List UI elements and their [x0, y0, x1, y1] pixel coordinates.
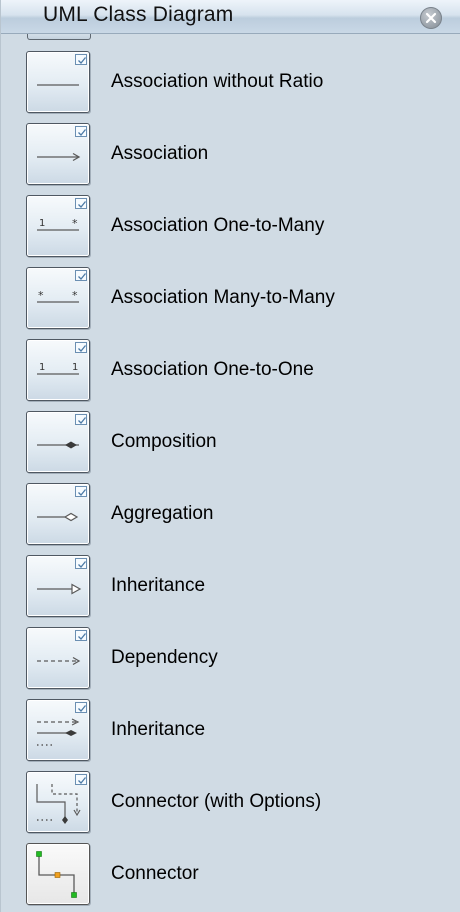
svg-text:1: 1 — [72, 362, 78, 373]
checkmark-icon — [75, 342, 87, 353]
dependency-icon — [26, 627, 90, 689]
svg-text:*: * — [72, 217, 78, 230]
checkmark-icon — [75, 198, 87, 209]
uml-class-diagram-panel: UML Class Diagram Association without Ra… — [0, 0, 460, 912]
shape-item-inheritance-dashed[interactable]: Inheritance — [1, 694, 460, 766]
shape-item-association-one-to-many[interactable]: 1 * Association One-to-Many — [1, 190, 460, 262]
shape-item-inheritance[interactable]: Inheritance — [1, 550, 460, 622]
shape-item-label: Dependency — [111, 647, 218, 668]
aggregation-icon — [26, 483, 90, 545]
association-one-to-many-icon: 1 * — [26, 195, 90, 257]
shape-item-association[interactable]: Association — [1, 118, 460, 190]
panel-header[interactable]: UML Class Diagram — [1, 0, 460, 34]
association-without-ratio-icon — [26, 51, 90, 113]
shape-item-label: Association One-to-One — [111, 359, 314, 380]
checkmark-icon — [75, 126, 87, 137]
shape-item-aggregation[interactable]: Aggregation — [1, 478, 460, 550]
svg-text:*: * — [38, 289, 44, 302]
shape-item-label: Inheritance — [111, 575, 206, 596]
shape-item-label: Inheritance — [111, 719, 206, 740]
checkmark-icon — [75, 270, 87, 281]
shape-item-association-without-ratio[interactable]: Association without Ratio — [1, 46, 460, 118]
shape-item-connector[interactable]: Connector — [1, 838, 460, 910]
close-icon[interactable] — [420, 7, 442, 29]
checkmark-icon — [75, 558, 87, 569]
shape-item-label: Association — [111, 143, 209, 164]
inheritance-icon — [26, 555, 90, 617]
association-arrow-icon — [26, 123, 90, 185]
checkmark-icon — [75, 630, 87, 641]
shape-item-label: Association One-to-Many — [111, 215, 325, 236]
panel-title: UML Class Diagram — [43, 3, 234, 26]
connector-icon — [26, 843, 90, 905]
shape-item-label: Connector (with Options) — [111, 791, 322, 812]
shape-item-connector-with-options[interactable]: Connector (with Options) — [1, 766, 460, 838]
checkmark-icon — [75, 486, 87, 497]
shape-item-label: Composition — [111, 431, 217, 452]
checkmark-icon — [75, 54, 87, 65]
shape-item-label: Association without Ratio — [111, 71, 324, 92]
shape-item-label: Association Many-to-Many — [111, 287, 335, 308]
association-many-to-many-icon: * * — [26, 267, 90, 329]
checkmark-icon — [75, 414, 87, 425]
svg-text:1: 1 — [39, 362, 45, 373]
shape-item-association-one-to-one[interactable]: 1 1 Association One-to-One — [1, 334, 460, 406]
checkmark-icon — [75, 702, 87, 713]
shape-item-composition[interactable]: Composition — [1, 406, 460, 478]
shape-item-label: Aggregation — [111, 503, 214, 524]
svg-text:*: * — [72, 289, 78, 302]
shape-item-association-many-to-many[interactable]: * * Association Many-to-Many — [1, 262, 460, 334]
composition-icon — [26, 411, 90, 473]
shape-item-label: Connector — [111, 863, 199, 884]
association-one-to-one-icon: 1 1 — [26, 339, 90, 401]
shape-item-dependency[interactable]: Dependency — [1, 622, 460, 694]
svg-text:1: 1 — [39, 218, 45, 229]
checkmark-icon — [75, 774, 87, 785]
inheritance-dashed-icon — [26, 699, 90, 761]
connector-with-options-icon — [26, 771, 90, 833]
